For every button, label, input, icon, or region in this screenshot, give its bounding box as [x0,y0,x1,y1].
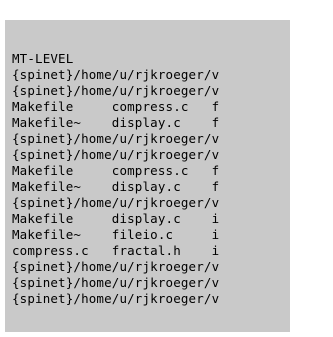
terminal-line: MT-LEVEL [12,51,74,66]
terminal-line: Makefile~ display.c f [12,115,220,130]
terminal-window[interactable]: MT-LEVEL {spinet}/home/u/rjkroeger/v {sp… [0,0,333,337]
terminal-line: Makefile compress.c f [12,163,220,178]
terminal-line: {spinet}/home/u/rjkroeger/v [12,291,220,306]
terminal-line: {spinet}/home/u/rjkroeger/v [12,259,220,274]
terminal-output[interactable]: MT-LEVEL {spinet}/home/u/rjkroeger/v {sp… [5,20,290,332]
terminal-line: {spinet}/home/u/rjkroeger/v [12,195,220,210]
terminal-line: {spinet}/home/u/rjkroeger/v [12,83,220,98]
terminal-line: Makefile~ display.c f [12,179,220,194]
terminal-line: compress.c fractal.h i [12,243,220,258]
terminal-line: Makefile display.c i [12,211,220,226]
terminal-line: {spinet}/home/u/rjkroeger/v [12,147,220,162]
terminal-line: {spinet}/home/u/rjkroeger/v [12,275,220,290]
terminal-line: Makefile compress.c f [12,99,220,114]
terminal-line: Makefile~ fileio.c i [12,227,220,242]
terminal-line: {spinet}/home/u/rjkroeger/v [12,131,220,146]
terminal-line: {spinet}/home/u/rjkroeger/v [12,67,220,82]
